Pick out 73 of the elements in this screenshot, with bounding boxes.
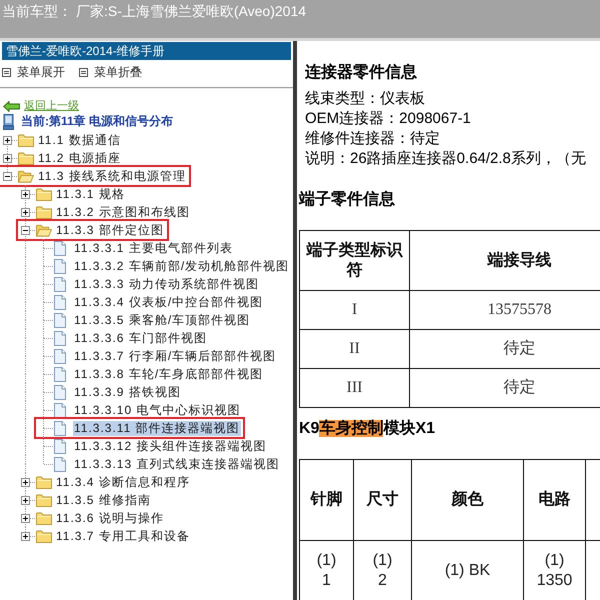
tree-item[interactable]: 11.3.3.1 主要电气部件列表 (73, 240, 234, 256)
plus-icon[interactable] (21, 478, 30, 486)
info-line: OEM连接器：2098067-1 (305, 109, 472, 129)
tree-item[interactable]: 11.3.4 诊断信息和程序 (55, 474, 191, 490)
document-icon (54, 420, 66, 436)
tree-item[interactable]: 11.3.3.8 车轮/车身底部部件视图 (73, 366, 264, 382)
tree-item[interactable]: 11.3.6 说明与操作 (55, 510, 165, 526)
menu-action-button[interactable]: 菜单展开 (2, 64, 65, 80)
section-heading: 端子零件信息 (299, 190, 396, 210)
document-icon (54, 438, 66, 454)
info-line: 说明：26路插座连接器0.64/2.8系列，（无 (305, 149, 587, 169)
plus-icon[interactable] (21, 496, 30, 504)
tree-item[interactable]: 11.3.5 维修指南 (55, 492, 152, 508)
document-icon (54, 348, 66, 364)
tree-item[interactable]: 11.1 数据通信 (37, 132, 122, 148)
tree-item[interactable]: 11.3.3.4 仪表板/中控台部件视图 (73, 294, 264, 310)
column-header: 电路 (524, 460, 586, 540)
vehicle-label: 当前车型： (2, 2, 72, 21)
tree-item[interactable]: 11.2 电源插座 (37, 150, 122, 166)
info-line: 维修件连接器：待定 (305, 129, 441, 149)
document-icon (54, 312, 66, 328)
tree-item[interactable]: 11.3.2 示意图和布线图 (55, 204, 191, 220)
document-icon (54, 240, 66, 256)
document-icon (54, 294, 66, 310)
section-heading: K9车身控制模块X1 (299, 419, 436, 439)
plus-icon[interactable] (3, 154, 12, 162)
tree-item[interactable]: 11.3.3.13 直列式线束连接器端视图 (73, 456, 280, 472)
tree-item[interactable]: 11.3.3.5 乘客舱/车顶部件视图 (73, 312, 252, 328)
column-header: 颜色 (412, 460, 524, 540)
document-icon (54, 258, 66, 274)
plus-icon[interactable] (21, 514, 30, 522)
back-link[interactable]: 返回上一级 (24, 99, 79, 113)
plus-icon[interactable] (21, 208, 30, 216)
minus-icon[interactable] (21, 226, 30, 234)
tree-item[interactable]: 11.3.7 专用工具和设备 (55, 528, 191, 544)
sidebar-title: 雪佛兰-爱唯欧-2014-维修手册 (2, 42, 291, 60)
document-icon (54, 276, 66, 292)
tree-item[interactable]: 11.3.3 部件定位图 (55, 222, 165, 238)
tree-item[interactable]: 11.3.1 规格 (55, 186, 126, 202)
menu-action-button[interactable]: 菜单折叠 (79, 64, 142, 80)
document-icon (54, 366, 66, 382)
tree-item[interactable]: 11.3 接线系统和电源管理 (37, 168, 187, 184)
document-icon (54, 402, 66, 418)
tree-item[interactable]: 11.3.3.7 行李厢/车辆后部部件视图 (73, 348, 278, 364)
table-cell: (1) 1 (300, 540, 354, 600)
tree-item[interactable]: 11.3.3.3 动力传动系统部件视图 (73, 276, 260, 292)
table-cell: II (300, 330, 410, 368)
tree-item[interactable]: 11.3.3.11 部件连接器端视图 (73, 420, 241, 436)
column-header: 端子类型标识符 (300, 230, 410, 290)
computer-icon (3, 114, 14, 130)
arrow-left-icon[interactable] (3, 100, 20, 112)
list-icon (79, 68, 88, 76)
info-line: 线束类型：仪表板 (305, 89, 426, 109)
column-header: 针脚 (300, 460, 354, 540)
column-header: 端接导线 (410, 230, 600, 290)
table-cell: I (300, 290, 410, 330)
plus-icon[interactable] (21, 190, 30, 198)
document-icon (54, 456, 66, 472)
current-chapter-label: 当前:第11章 电源和信号分布 (21, 113, 174, 130)
tree-item[interactable]: 11.3.3.2 车辆前部/发动机舱部件视图 (73, 258, 290, 274)
vehicle-value: 厂家:S-上海雪佛兰爱唯欧(Aveo)2014 (76, 2, 306, 21)
tree-item[interactable]: 11.3.3.6 车门部件视图 (73, 330, 208, 346)
column-header: 尺寸 (354, 460, 412, 540)
minus-icon[interactable] (3, 172, 12, 180)
plus-icon[interactable] (3, 136, 12, 144)
document-icon (54, 384, 66, 400)
table-cell: III (300, 368, 410, 408)
tree-item[interactable]: 11.3.3.12 接头组件连接器端视图 (73, 438, 268, 454)
tree-item[interactable]: 11.3.3.9 搭铁视图 (73, 384, 182, 400)
document-icon (54, 330, 66, 346)
tree-item[interactable]: 11.3.3.10 电气中心标识视图 (73, 402, 242, 418)
plus-icon[interactable] (21, 532, 30, 540)
section-heading: 连接器零件信息 (305, 63, 418, 83)
